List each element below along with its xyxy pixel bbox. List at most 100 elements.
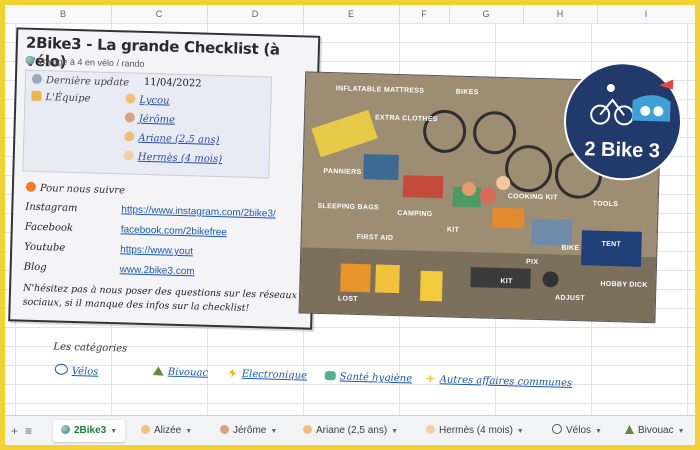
photo-label-bike: BIKE — [561, 244, 580, 253]
tab-label: Hermès (4 mois) — [439, 425, 513, 436]
team-member-name: Jérôme — [138, 113, 176, 126]
photo-label-lost: LOST — [337, 295, 358, 303]
info-card: 2Bike3 - La grande Checklist (à vélo) Vo… — [8, 27, 321, 330]
category-label: Santé hygiène — [339, 371, 413, 385]
team-label-text: L'Équipe — [45, 92, 91, 105]
social-link-youtube[interactable]: https://www.yout — [120, 244, 193, 257]
category-link-autres[interactable]: Autres affaires communes — [425, 374, 573, 389]
team-member-lycou[interactable]: Lycou — [125, 93, 170, 107]
sheet-tab-bar: + ≡ 2Bike3 ▼ Alizée ▼ Jérôme ▼ Ariane (2,5 … — [5, 415, 695, 445]
contact-note: N'hésitez pas à nous poser des questions… — [22, 282, 298, 314]
tab-ariane[interactable]: Ariane (2,5 ans) ▼ — [295, 420, 406, 442]
category-link-velos[interactable]: Vélos — [54, 363, 99, 378]
social-name-instagram: Instagram — [25, 201, 78, 215]
chevron-down-icon: ▼ — [110, 428, 118, 435]
chevron-down-icon: ▼ — [391, 428, 399, 435]
column-header-i[interactable]: I — [597, 5, 695, 23]
tab-label: Bivouac — [638, 425, 674, 436]
chevron-down-icon: ▼ — [595, 428, 602, 435]
bike-icon — [54, 363, 69, 375]
follow-title-text: Pour nous suivre — [39, 183, 126, 197]
chevron-down-icon: ▼ — [270, 428, 278, 435]
social-link-instagram[interactable]: https://www.instagram.com/2bike3/ — [121, 204, 276, 219]
social-link-blog[interactable]: www.2bike3.com — [119, 264, 194, 277]
refresh-icon — [31, 73, 43, 85]
team-member-jerome[interactable]: Jérôme — [124, 112, 176, 126]
social-name-facebook: Facebook — [24, 221, 74, 234]
info-block: Dernière update 11/04/2022 L'Équipe Lyco… — [22, 69, 273, 179]
category-link-electronique[interactable]: Electronique — [227, 368, 308, 382]
photo-label-tools: TOOLS — [592, 200, 619, 209]
tab-jerome[interactable]: Jérôme ▼ — [212, 420, 285, 442]
category-link-bivouac[interactable]: Bivouac — [153, 366, 209, 379]
chevron-down-icon: ▼ — [677, 428, 685, 435]
tab-2bike3[interactable]: 2Bike3 ▼ — [53, 420, 126, 442]
person-icon — [124, 112, 136, 123]
category-label: Bivouac — [167, 366, 209, 379]
logo-text: 2 Bike 3 — [584, 138, 660, 162]
social-link-facebook[interactable]: facebook.com/2bikefree — [121, 224, 227, 238]
tab-hermes[interactable]: Hermès (4 mois) ▼ — [418, 420, 532, 442]
photo-label-bikes: BIKES — [455, 88, 479, 97]
follow-title: Pour nous suivre — [25, 181, 126, 197]
child-icon — [303, 425, 312, 434]
tent-icon — [153, 366, 164, 375]
tab-bivouac[interactable]: Bivouac ▼ — [617, 420, 693, 442]
bike-icon — [552, 424, 562, 434]
category-label: Vélos — [71, 366, 99, 378]
tab-label: Jérôme — [233, 425, 267, 436]
logo-2bike3: 2 Bike 3 — [560, 59, 685, 184]
sparkle-icon — [425, 374, 436, 383]
photo-label-camping: CAMPING — [397, 210, 433, 219]
spreadsheet-window: B C D E F G H I 2Bike3 - La grande Check… — [5, 5, 695, 445]
team-member-name: Hermès (4 mois) — [137, 151, 223, 166]
tab-velos[interactable]: Vélos ▼ — [544, 420, 610, 442]
team-member-hermes[interactable]: Hermès (4 mois) — [123, 150, 223, 166]
photo-label-hobby: HOBBY DICK — [600, 280, 648, 290]
category-label: Electronique — [241, 368, 308, 382]
globe-icon — [25, 55, 35, 65]
sheet-content: 2Bike3 - La grande Checklist (à vélo) Vo… — [5, 5, 695, 434]
logo-drawing: 2 Bike 3 — [563, 62, 682, 181]
globe-icon — [61, 425, 70, 434]
photo-label-kit-2: KIT — [500, 277, 513, 286]
chevron-down-icon: ▼ — [185, 428, 193, 435]
soap-icon — [324, 371, 336, 381]
category-label: Autres affaires communes — [439, 374, 573, 389]
tent-icon — [625, 425, 634, 434]
team-label: L'Équipe — [31, 90, 91, 105]
photo-label-kit: KIT — [446, 226, 460, 234]
child-icon — [124, 131, 135, 142]
update-label: Dernière update — [31, 73, 130, 89]
photo-label-first-aid: FIRST AID — [356, 233, 394, 242]
team-icon — [31, 90, 42, 102]
chevron-down-icon: ▼ — [516, 428, 524, 435]
category-link-sante[interactable]: Santé hygiène — [324, 371, 413, 385]
tab-label: Ariane (2,5 ans) — [316, 425, 388, 436]
photo-label-pix: PIX — [525, 258, 539, 266]
baby-icon — [123, 150, 134, 161]
tab-label: Alizée — [154, 425, 182, 436]
tab-label: 2Bike3 — [74, 425, 107, 436]
fire-icon — [25, 181, 37, 192]
photo-label-panniers: PANNIERS — [323, 167, 362, 177]
social-name-blog: Blog — [23, 261, 47, 274]
social-name-youtube: Youtube — [24, 241, 66, 254]
baby-icon — [426, 425, 435, 434]
photo-label-cooking: COOKING KIT — [507, 193, 558, 202]
tab-label: Vélos — [566, 425, 592, 436]
team-member-ariane[interactable]: Ariane (2,5 ans) — [124, 131, 220, 147]
person-icon — [220, 425, 229, 434]
tab-alizee[interactable]: Alizée ▼ — [133, 420, 200, 442]
all-sheets-menu-icon[interactable]: ≡ — [17, 420, 40, 442]
categories-title: Les catégories — [53, 341, 128, 355]
team-member-name: Lycou — [139, 94, 170, 107]
team-member-name: Ariane (2,5 ans) — [138, 132, 220, 147]
update-label-text: Dernière update — [45, 75, 130, 89]
person-icon — [141, 425, 150, 434]
person-icon — [125, 93, 136, 104]
lightning-icon — [227, 368, 238, 377]
photo-label-tent: TENT — [601, 240, 622, 249]
update-value: 11/04/2022 — [143, 76, 202, 90]
photo-label-adjust: ADJUST — [554, 294, 585, 303]
